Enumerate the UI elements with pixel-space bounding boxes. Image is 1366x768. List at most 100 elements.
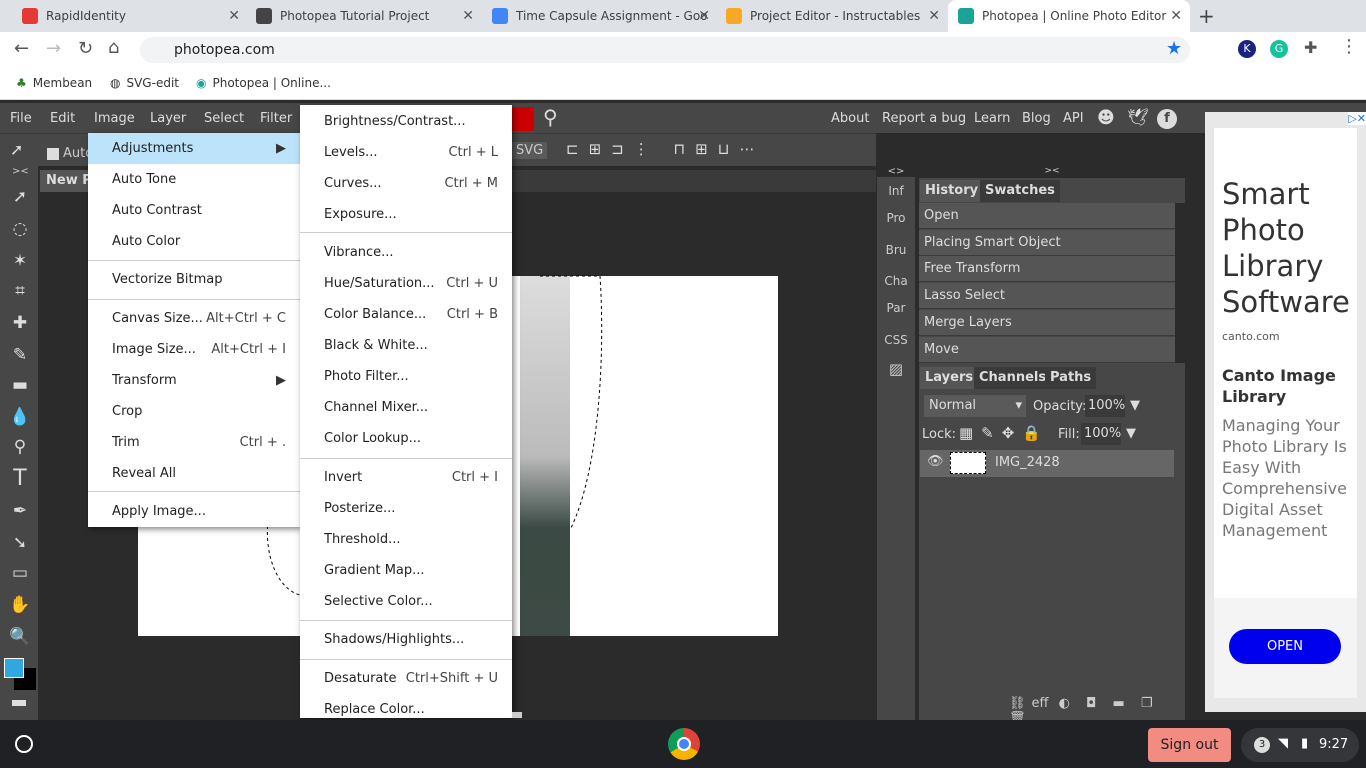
grammarly-icon[interactable]: G <box>1270 40 1288 58</box>
tab-layers[interactable]: Layers <box>920 367 979 389</box>
history-item[interactable]: Open <box>919 203 1175 229</box>
opacity-input[interactable]: 100% <box>1085 395 1125 417</box>
reddit-icon[interactable]: ☻ <box>1097 108 1115 128</box>
lasso-tool-icon[interactable]: ◌ <box>9 218 31 240</box>
menu-item[interactable]: Levels... Ctrl + L <box>300 137 512 168</box>
browser-tab[interactable]: Project Editor - Instructables ✕ <box>716 0 948 32</box>
dodge-tool-icon[interactable]: ⚲ <box>9 436 31 458</box>
ad-open-button[interactable]: OPEN <box>1229 629 1341 664</box>
history-scrollbar[interactable] <box>1175 203 1185 363</box>
brush-tool-icon[interactable]: ✎ <box>9 344 31 366</box>
move-tool-icon[interactable]: ➚ <box>9 186 31 208</box>
close-tab-icon[interactable]: ✕ <box>1170 8 1182 24</box>
chrome-icon[interactable] <box>668 728 700 760</box>
fill-input[interactable]: 100% <box>1081 423 1121 445</box>
blend-mode-select[interactable]: Normal ▾ <box>924 395 1026 417</box>
menu-edit[interactable]: Edit <box>50 111 75 126</box>
menu-item[interactable]: Shadows/Highlights... <box>300 624 512 655</box>
menu-item[interactable]: Canvas Size... Alt+Ctrl + C <box>88 303 300 334</box>
menu-item[interactable]: Gradient Map... <box>300 555 512 586</box>
link-report-bug[interactable]: Report a bug <box>882 111 966 126</box>
magic-wand-icon[interactable]: ✶ <box>9 250 31 272</box>
sign-out-button[interactable]: Sign out <box>1148 728 1231 762</box>
close-tab-icon[interactable]: ✕ <box>698 8 710 24</box>
menu-item[interactable]: Image Size... Alt+Ctrl + I <box>88 334 300 365</box>
close-tab-icon[interactable]: ✕ <box>462 8 474 24</box>
url-input[interactable]: photopea.com <box>140 37 1190 63</box>
text-tool-icon[interactable]: T <box>9 468 31 490</box>
forward-icon[interactable]: → <box>46 38 61 59</box>
launcher-icon[interactable] <box>15 735 33 753</box>
facebook-icon[interactable]: f <box>1157 109 1177 129</box>
status-tray[interactable]: 3 ◥ ▮ 9:27 <box>1241 728 1359 762</box>
close-tab-icon[interactable]: ✕ <box>228 8 240 24</box>
rectangle-tool-icon[interactable]: ▭ <box>9 562 31 584</box>
menu-item[interactable]: Auto Color <box>88 226 300 257</box>
panel-info[interactable]: Inf <box>877 184 915 198</box>
layer-row[interactable]: 👁 IMG_2428 <box>920 450 1174 477</box>
menu-item[interactable]: Transform ▶ <box>88 365 300 396</box>
history-item[interactable]: Move <box>919 337 1175 363</box>
back-icon[interactable]: ← <box>14 38 29 59</box>
ad-title[interactable]: Smart Photo Library Software <box>1222 176 1350 320</box>
menu-item[interactable]: Apply Image... <box>88 496 300 527</box>
opacity-dropdown-icon[interactable]: ▼ <box>1130 398 1140 413</box>
bookmark-photopea[interactable]: ◉ Photopea | Online... <box>196 76 331 90</box>
search-icon[interactable]: ⚲ <box>543 105 558 129</box>
menu-item[interactable]: Posterize... <box>300 493 512 524</box>
visibility-eye-icon[interactable]: 👁 <box>927 454 944 469</box>
link-blog[interactable]: Blog <box>1022 111 1051 126</box>
align-icons[interactable]: ⊏⊞⊐⋮ ⊓⊞⊔⋯ <box>566 140 764 158</box>
panel-properties[interactable]: Pro <box>877 211 915 225</box>
auto-select-checkbox[interactable] <box>47 148 59 160</box>
browser-tab[interactable]: Photopea | Online Photo Editor ✕ <box>948 0 1190 32</box>
effects-button[interactable]: eff <box>1032 696 1049 711</box>
close-tab-icon[interactable]: ✕ <box>928 8 940 24</box>
menu-select[interactable]: Select <box>204 111 244 126</box>
image-panel-icon[interactable]: ▨ <box>877 360 915 378</box>
path-select-icon[interactable]: ➘ <box>9 532 31 554</box>
panel-character[interactable]: Cha <box>877 274 915 288</box>
menu-item[interactable]: Vibrance... <box>300 237 512 268</box>
history-item[interactable]: Free Transform <box>919 256 1175 282</box>
bookmark-svg-edit[interactable]: ◍ SVG-edit <box>110 76 179 90</box>
menu-scrollbar[interactable] <box>512 712 522 718</box>
menu-item[interactable]: Trim Ctrl + . <box>88 427 300 458</box>
link-api[interactable]: API <box>1063 111 1084 126</box>
quick-mask-icon[interactable] <box>12 700 26 706</box>
lock-icons[interactable]: ▦✎✥🔒 <box>959 424 1049 442</box>
panel-css[interactable]: CSS <box>877 333 915 347</box>
tab-swatches[interactable]: Swatches <box>980 180 1060 202</box>
menu-item[interactable]: Vectorize Bitmap <box>88 264 300 295</box>
menu-item[interactable]: Exposure... <box>300 199 512 230</box>
twitter-icon[interactable]: 🕊 <box>1127 108 1149 128</box>
panel-paragraph[interactable]: Par <box>877 301 915 315</box>
menu-icon[interactable]: ⋮ <box>1340 36 1358 57</box>
fill-dropdown-icon[interactable]: ▼ <box>1126 426 1136 441</box>
crop-tool-icon[interactable]: ⌗ <box>9 280 31 302</box>
extensions-icon[interactable]: ✚ <box>1304 38 1317 57</box>
menu-item[interactable]: Auto Tone <box>88 164 300 195</box>
foreground-color-swatch[interactable] <box>4 658 24 678</box>
panel-brush[interactable]: Bru <box>877 243 915 257</box>
menu-image[interactable]: Image <box>94 111 135 126</box>
home-icon[interactable]: ⌂ <box>108 37 119 58</box>
new-tab-button[interactable]: + <box>1198 4 1215 28</box>
extension-k-icon[interactable]: K <box>1238 40 1256 58</box>
menu-filter[interactable]: Filter <box>260 111 292 126</box>
menu-item[interactable]: Color Balance... Ctrl + B <box>300 299 512 330</box>
adchoices-icon[interactable]: ▷✕ <box>1348 112 1366 125</box>
browser-tab[interactable]: Time Capsule Assignment - Goo ✕ <box>482 0 718 32</box>
menu-item[interactable]: Adjustments ▶ <box>88 133 300 164</box>
menu-item[interactable]: Hue/Saturation... Ctrl + U <box>300 268 512 299</box>
menu-item[interactable]: Crop <box>88 396 300 427</box>
menu-item[interactable]: Brightness/Contrast... <box>300 106 512 137</box>
menu-item[interactable]: Reveal All <box>88 458 300 489</box>
history-item[interactable]: Lasso Select <box>919 283 1175 309</box>
hand-tool-icon[interactable]: ✋ <box>9 594 31 616</box>
svg-button[interactable]: SVG <box>512 142 548 159</box>
menu-item[interactable]: Desaturate Ctrl+Shift + U <box>300 663 512 694</box>
browser-tab[interactable]: RapidIdentity ✕ <box>12 0 248 32</box>
menu-item[interactable]: Threshold... <box>300 524 512 555</box>
ad-subtitle[interactable]: Canto Image Library <box>1222 365 1349 407</box>
